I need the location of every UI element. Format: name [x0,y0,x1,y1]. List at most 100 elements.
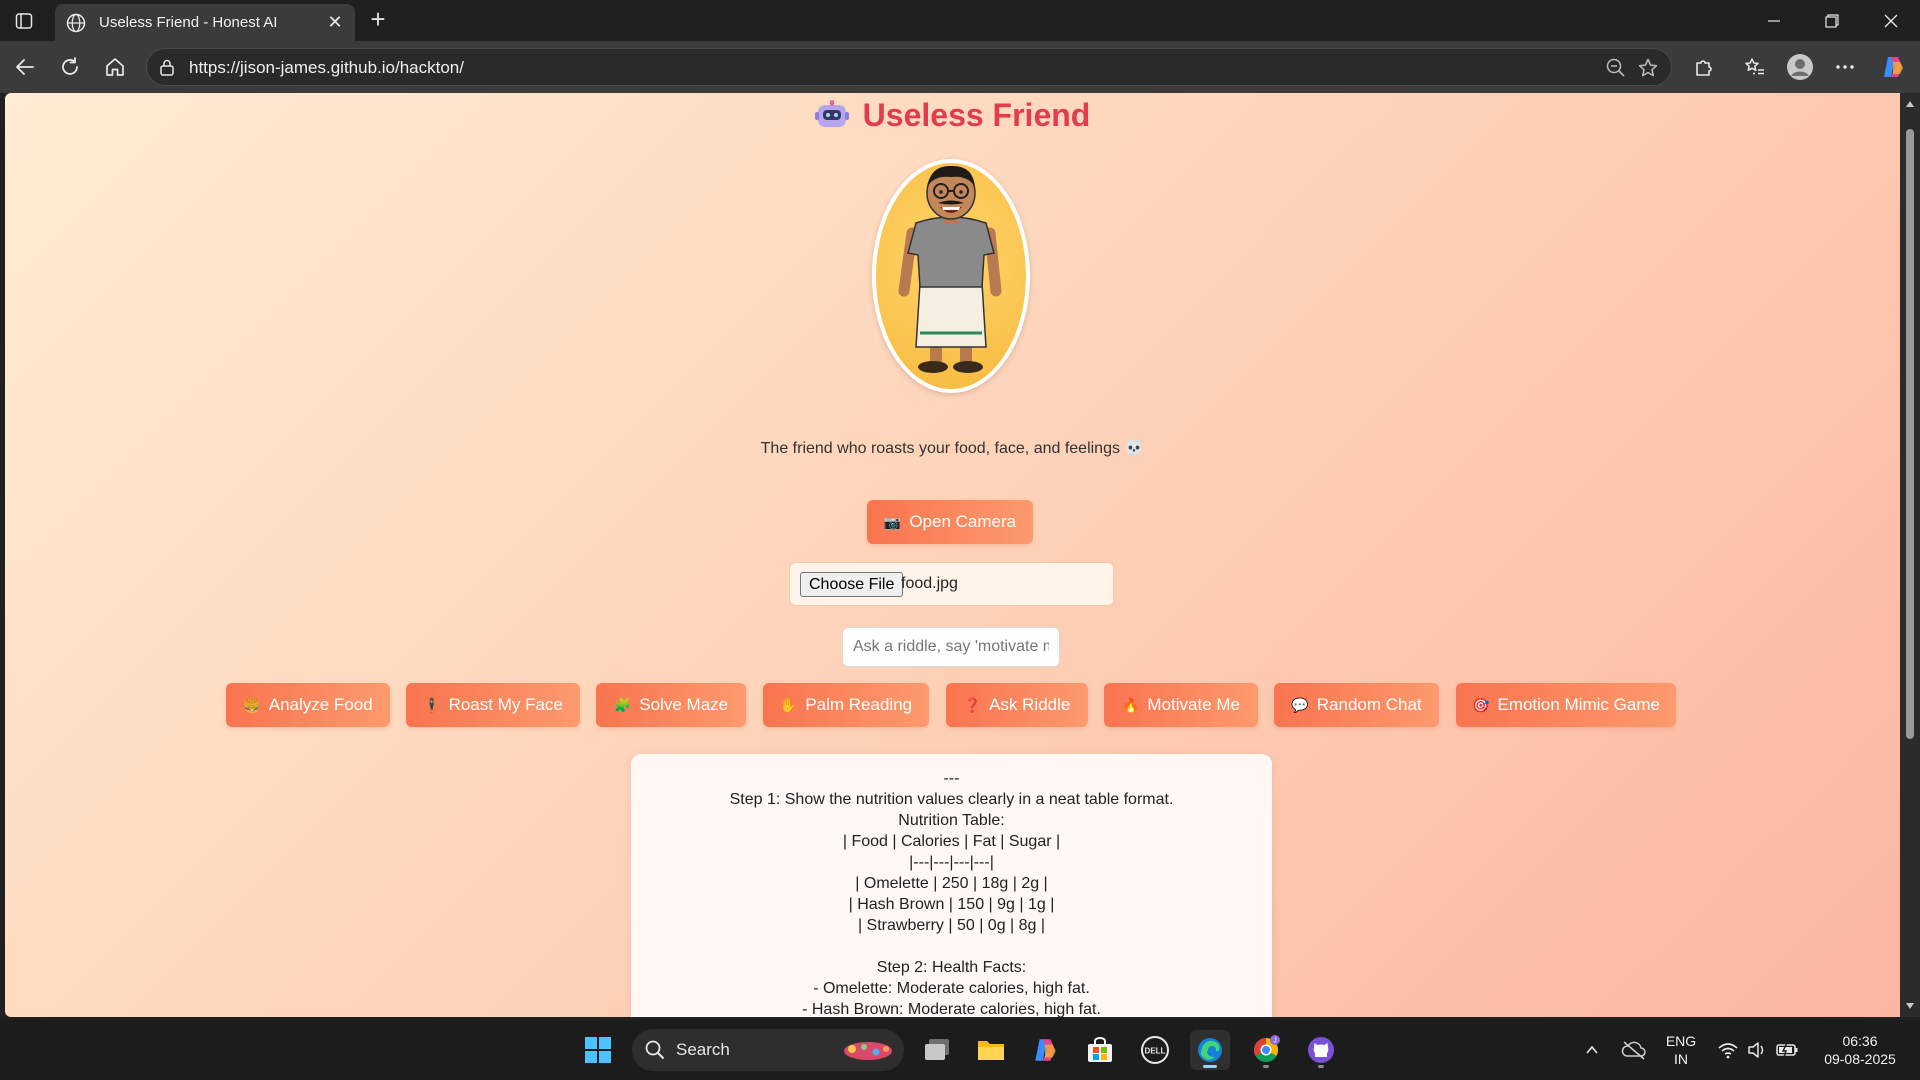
open-camera-button[interactable]: 📷 Open Camera [867,500,1033,544]
palm-reading-button[interactable]: ✋ Palm Reading [763,683,929,727]
output-line: | Food | Calories | Fat | Sugar | [842,833,1061,850]
close-window-button[interactable] [1862,0,1920,41]
address-bar[interactable]: https://jison-james.github.io/hackton/ [146,48,1672,86]
windows-logo-icon [585,1037,611,1063]
github-desktop-button[interactable] [1301,1030,1341,1070]
volume-icon [1748,1042,1764,1058]
profile-button[interactable] [1784,51,1816,83]
page-scrollbar[interactable] [1900,93,1920,1017]
app-title-text: Useless Friend [862,97,1091,133]
chrome-button[interactable]: J [1246,1030,1286,1070]
home-button[interactable] [99,51,131,83]
folder-icon [978,1041,1004,1060]
output-line: | Strawberry | 50 | 0g | 8g | [857,917,1046,934]
output-line: Nutrition Table: [898,812,1005,829]
store-bag-icon [1088,1037,1112,1062]
start-button[interactable] [578,1030,618,1070]
tab-close-icon[interactable]: ✕ [325,12,345,33]
tab-actions-icon[interactable] [10,8,38,34]
favorites-list-icon [1745,58,1764,75]
person-icon: 🕴 [423,697,441,713]
analyze-food-label: Analyze Food [268,695,373,714]
output-line: - Omelette: Moderate calories, high fat. [813,980,1090,997]
extensions-button[interactable] [1688,51,1720,83]
selected-file-name: food.jpg [901,575,958,592]
dell-app-button[interactable]: DELL [1135,1030,1175,1070]
question-mark-icon: ❓ [963,697,982,713]
favorite-star-icon[interactable] [1637,57,1659,79]
show-hidden-icons-button[interactable] [1572,1030,1612,1070]
motivate-me-button[interactable]: 🔥 Motivate Me [1104,683,1258,727]
onedrive-status-button[interactable] [1614,1030,1654,1070]
app-tagline: The friend who roasts your food, face, a… [760,440,1145,457]
copilot-taskbar-button[interactable] [1025,1030,1065,1070]
response-output-box: --- Step 1: Show the nutrition values cl… [631,754,1272,1017]
microsoft-store-button[interactable] [1080,1030,1120,1070]
ask-riddle-button[interactable]: ❓ Ask Riddle [946,683,1088,727]
refresh-button[interactable] [54,51,86,83]
svg-text:DELL: DELL [1145,1047,1166,1056]
restore-button[interactable] [1803,0,1861,41]
github-icon [1308,1037,1334,1063]
page-viewport: Useless Friend The friend who roasts you… [5,93,1900,1017]
task-view-button[interactable] [917,1030,957,1070]
scroll-down-arrow-icon[interactable] [1905,1001,1915,1011]
choose-file-button[interactable]: Choose File [800,572,904,597]
edge-browser-button[interactable] [1190,1030,1230,1070]
back-arrow-icon [16,59,34,75]
output-line: | Hash Brown | 150 | 9g | 1g | [848,896,1055,913]
new-tab-button[interactable]: + [364,6,392,34]
language-indicator[interactable]: ENG IN [1659,1032,1703,1068]
emotion-mimic-game-button[interactable]: 🎯 Emotion Mimic Game [1456,683,1676,727]
task-view-icon [925,1039,949,1060]
home-icon [106,58,124,76]
copilot-button[interactable] [1877,51,1909,83]
chevron-up-icon [1586,1045,1598,1054]
wifi-icon [1718,1043,1738,1059]
copilot-icon [1884,57,1903,77]
url-text[interactable]: https://jison-james.github.io/hackton/ [189,58,464,78]
clock-date: 09-08-2025 [1824,1051,1896,1067]
favorites-button[interactable] [1739,51,1771,83]
running-app-indicator [1318,1065,1324,1068]
scrollbar-thumb[interactable] [1906,129,1914,739]
output-line: | Omelette | 250 | 18g | 2g | [855,875,1048,892]
prompt-input[interactable] [842,627,1060,667]
robot-icon [814,98,849,138]
browser-tab[interactable]: Useless Friend - Honest AI ✕ [55,4,355,41]
analyze-food-button[interactable]: 🍔 Analyze Food [226,683,390,727]
dell-logo-icon: DELL [1141,1036,1169,1064]
random-chat-button[interactable]: 💬 Random Chat [1274,683,1439,727]
clock-time: 06:36 [1842,1033,1878,1049]
hand-icon: ✋ [779,697,798,713]
language-code: ENG [1665,1033,1697,1049]
puzzle-piece-icon: 🧩 [613,697,632,713]
minimize-icon [1768,19,1780,22]
zoom-out-icon[interactable] [1605,57,1627,79]
more-dots-icon [1836,65,1854,69]
file-explorer-button[interactable] [971,1030,1011,1070]
solve-maze-button[interactable]: 🧩 Solve Maze [596,683,746,727]
refresh-icon [62,57,78,75]
settings-more-button[interactable] [1829,51,1861,83]
emotion-mimic-game-label: Emotion Mimic Game [1497,695,1660,714]
burger-icon: 🍔 [243,697,261,713]
motivate-me-label: Motivate Me [1147,695,1241,714]
chrome-icon: J [1253,1035,1280,1063]
search-highlight-icon [844,1042,892,1060]
minimize-button[interactable] [1745,0,1803,41]
quick-settings-button[interactable] [1713,1030,1803,1070]
file-upload-box: Choose File food.jpg [789,562,1114,606]
battery-icon [1776,1042,1798,1058]
output-line: --- [943,770,960,787]
output-line: |---|---|---|---| [909,854,994,871]
globe-icon [66,13,86,32]
back-button[interactable] [9,51,41,83]
app-title: Useless Friend [5,97,1900,138]
taskbar-search[interactable]: Search [632,1029,904,1071]
scroll-up-arrow-icon[interactable] [1905,99,1915,109]
clock[interactable]: 06:36 09-08-2025 [1812,1032,1908,1068]
windows-taskbar: Search DELL J ENG IN 06:36 09-08-2025 [0,1020,1920,1080]
site-info-icon[interactable] [157,57,177,77]
roast-my-face-button[interactable]: 🕴 Roast My Face [406,683,580,727]
